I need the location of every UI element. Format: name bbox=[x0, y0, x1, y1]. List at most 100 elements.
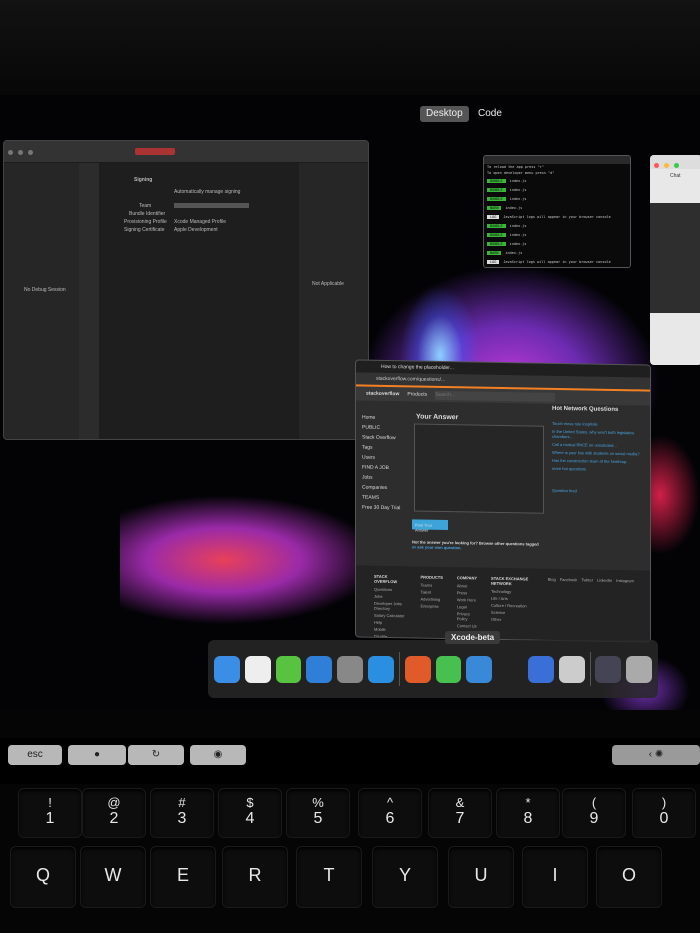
xcode-icon[interactable] bbox=[466, 655, 493, 683]
key-label: 6 bbox=[385, 810, 395, 827]
footer-link[interactable]: Press bbox=[457, 590, 477, 595]
hot-question-link[interactable]: In the United States, why won't both leg… bbox=[552, 429, 647, 441]
footer-link[interactable]: Culture / Recreation bbox=[491, 603, 534, 609]
sidebar-item[interactable]: TEAMS bbox=[362, 495, 412, 502]
social-link[interactable]: Facebook bbox=[560, 577, 578, 643]
sidebar-item[interactable]: Tags bbox=[362, 445, 412, 452]
key-0[interactable]: ) 0 bbox=[632, 788, 696, 838]
esc-key[interactable]: esc bbox=[8, 745, 62, 765]
key-7[interactable]: & 7 bbox=[428, 788, 492, 838]
key-t[interactable]: T bbox=[296, 846, 362, 908]
footer-link[interactable]: Help bbox=[374, 620, 406, 626]
footer-link[interactable]: Questions bbox=[374, 587, 406, 593]
sidebar-item[interactable]: Home bbox=[362, 415, 412, 422]
sidebar-item[interactable]: Users bbox=[362, 455, 412, 462]
downloads-icon[interactable] bbox=[595, 655, 622, 683]
footer-link[interactable]: Teams bbox=[420, 583, 442, 588]
control-strip[interactable]: ‹ ✺ bbox=[612, 745, 700, 765]
key-y[interactable]: Y bbox=[372, 846, 438, 908]
finder-icon[interactable] bbox=[214, 655, 240, 683]
question-feed-link[interactable]: Question feed bbox=[552, 488, 577, 493]
footer-link[interactable]: Salary Calculator bbox=[374, 613, 406, 619]
answer-editor[interactable] bbox=[414, 423, 544, 514]
so-logo[interactable]: stackoverflow bbox=[366, 391, 399, 398]
products-link[interactable]: Products bbox=[407, 391, 427, 397]
space-desktop[interactable]: Desktop bbox=[420, 106, 469, 122]
project-navigator[interactable] bbox=[79, 163, 99, 439]
footer-link[interactable]: Jobs bbox=[374, 594, 406, 600]
footer-link[interactable]: Privacy Policy bbox=[457, 611, 477, 621]
key-u[interactable]: U bbox=[448, 846, 514, 908]
key-w[interactable]: W bbox=[80, 846, 146, 908]
footer-link[interactable]: Work Here bbox=[457, 597, 477, 602]
log-tag: WARN bbox=[487, 250, 502, 255]
xcode-window[interactable]: No Debug Session Signing Automatically m… bbox=[3, 140, 369, 440]
footer-link[interactable]: Technology bbox=[491, 589, 534, 595]
react-devtools-icon[interactable] bbox=[558, 655, 585, 683]
sidebar-item[interactable]: FIND A JOB bbox=[362, 465, 412, 472]
terminal-window[interactable]: To reload the app press "r" To open deve… bbox=[483, 155, 631, 268]
key-1[interactable]: ! 1 bbox=[18, 788, 82, 838]
key-8[interactable]: * 8 bbox=[496, 788, 560, 838]
vscode-icon[interactable] bbox=[367, 655, 394, 683]
social-link[interactable]: LinkedIn bbox=[597, 578, 612, 643]
key-9[interactable]: (9 bbox=[562, 788, 626, 838]
calendar-icon[interactable] bbox=[244, 655, 271, 683]
sidebar-item[interactable]: Companies bbox=[362, 485, 412, 492]
chat-window[interactable]: Chat bbox=[650, 155, 700, 365]
footer-link[interactable]: Other bbox=[491, 617, 534, 623]
brave-icon[interactable] bbox=[404, 655, 431, 683]
key-r[interactable]: R bbox=[222, 846, 288, 908]
safari-icon[interactable] bbox=[306, 655, 333, 683]
key-q[interactable]: Q bbox=[10, 846, 76, 908]
refresh-icon[interactable]: ↻ bbox=[128, 745, 184, 765]
space-code[interactable]: Code bbox=[472, 106, 508, 122]
key-4[interactable]: $4 bbox=[218, 788, 282, 838]
browser-window[interactable]: How to change the placeholder... stackov… bbox=[355, 359, 651, 643]
social-link[interactable]: Blog bbox=[548, 577, 556, 643]
footer-link[interactable]: Advertising bbox=[420, 597, 442, 602]
sidebar-item[interactable]: Stack Overflow bbox=[362, 435, 412, 442]
footer-link[interactable]: Talent bbox=[420, 590, 442, 595]
system-preferences-icon[interactable] bbox=[337, 655, 363, 683]
key-3[interactable]: #3 bbox=[150, 788, 214, 838]
key-o[interactable]: O bbox=[596, 846, 662, 908]
footer-link[interactable]: Legal bbox=[457, 604, 477, 609]
key-2[interactable]: @2 bbox=[82, 788, 146, 838]
key-5[interactable]: % 5 bbox=[286, 788, 350, 838]
eye-icon[interactable]: ◉ bbox=[190, 745, 246, 765]
footer-link[interactable]: Developer Jobs Directory bbox=[374, 601, 406, 612]
log-tag: BUNDLE bbox=[487, 223, 506, 228]
hot-question-link[interactable]: Has the construction team of the Northro… bbox=[552, 458, 647, 465]
footer-link[interactable]: Mobile bbox=[374, 627, 406, 633]
sidebar-item[interactable]: PUBLIC bbox=[362, 425, 412, 432]
brightness-button[interactable]: ● bbox=[68, 745, 126, 765]
simulator-icon[interactable] bbox=[527, 655, 554, 683]
messages-icon[interactable] bbox=[275, 655, 302, 683]
footer-link[interactable]: Contact Us bbox=[457, 623, 477, 628]
search-input[interactable] bbox=[435, 390, 556, 402]
footer-link[interactable]: Science bbox=[491, 610, 534, 616]
key-e[interactable]: E bbox=[150, 846, 216, 908]
footer-link[interactable]: Life / Arts bbox=[491, 596, 534, 602]
post-answer-button[interactable]: Post Your Answer bbox=[412, 519, 448, 533]
terminal-icon[interactable] bbox=[497, 655, 523, 683]
footer-link[interactable]: About bbox=[457, 583, 477, 588]
auto-manage-checkbox[interactable]: Automatically manage signing bbox=[174, 189, 240, 195]
hot-question-link[interactable]: more hot questions bbox=[552, 466, 647, 473]
footer-link[interactable]: Enterprise bbox=[420, 604, 442, 609]
trash-icon[interactable] bbox=[626, 655, 653, 683]
social-link[interactable]: Twitter bbox=[581, 577, 593, 642]
social-link[interactable]: Instagram bbox=[616, 578, 634, 643]
sidebar-item[interactable]: Free 30 Day Trial bbox=[362, 505, 412, 512]
key-6[interactable]: ^ 6 bbox=[358, 788, 422, 838]
terminal-row: LOG JavaScript logs will appear in your b… bbox=[484, 257, 630, 266]
sidebar-item[interactable]: Jobs bbox=[362, 475, 412, 482]
hot-question-link[interactable]: Touch move rule loophole bbox=[552, 421, 647, 428]
team-select[interactable] bbox=[174, 203, 249, 208]
ask-question-link[interactable]: or ask your own question. bbox=[412, 544, 462, 550]
key-i[interactable]: I bbox=[522, 846, 588, 908]
hot-question-link[interactable]: Where is your line with students on soci… bbox=[552, 450, 647, 457]
whatsapp-icon[interactable] bbox=[435, 655, 462, 683]
hot-question-link[interactable]: Call a mutual RNCE on unsolicited... bbox=[552, 442, 647, 449]
